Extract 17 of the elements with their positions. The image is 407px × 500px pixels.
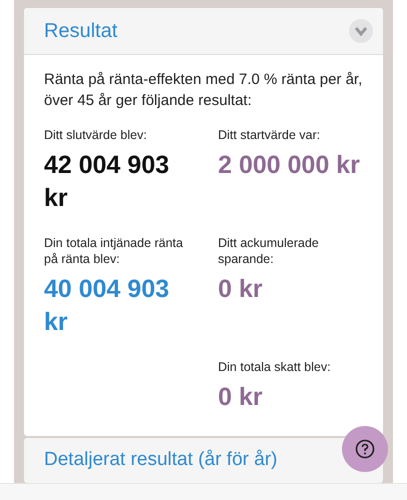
collapse-button[interactable]	[349, 19, 373, 43]
figure-label: Din totala skatt blev:	[218, 359, 332, 375]
panel-title: Resultat	[44, 19, 118, 44]
figure-label: Ditt slutvärde blev:	[44, 127, 148, 143]
chevron-icon	[355, 26, 367, 36]
panel-title: Detaljerat resultat (år för år)	[44, 448, 278, 472]
summary-text: Ränta på ränta-effekten med 7.0 % ränta per år, över 45 år ger följande resultat:	[44, 70, 363, 111]
figure-label: Ditt startvärde var:	[218, 127, 322, 143]
figure-value: 0 kr	[218, 382, 264, 413]
figure-value: 2 000 000 kr	[218, 150, 360, 181]
figure-value: 40 004 903 kr	[44, 274, 170, 338]
detail-panel-header[interactable]: Detaljerat resultat (år för år)	[24, 438, 383, 483]
figure-label: Din totala intjänade ränta på ränta blev:	[44, 235, 184, 267]
figure-value: 42 004 903 kr	[44, 150, 170, 214]
figure-value: 0 kr	[218, 274, 264, 305]
help-icon	[355, 439, 375, 459]
figure-label: Ditt ackumulerade sparande:	[218, 235, 320, 267]
